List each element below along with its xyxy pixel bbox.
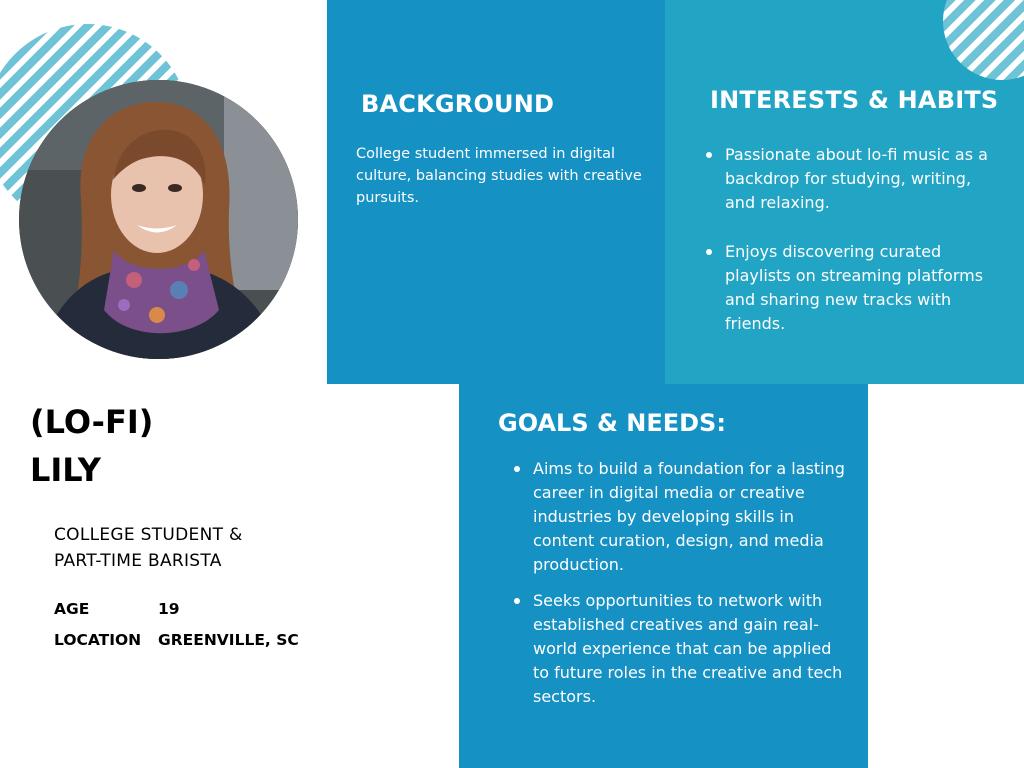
fact-value: GREENVILLE, SC (158, 630, 299, 649)
fact-label: LOCATION (54, 630, 142, 649)
background-heading: BACKGROUND (361, 90, 555, 118)
background-text: College student immersed in digital cult… (356, 146, 642, 206)
background-panel: BACKGROUND College student immersed in d… (327, 0, 665, 384)
list-item: Seeks opportunities to network with esta… (511, 589, 851, 709)
fact-label: AGE (54, 599, 90, 618)
fact-row-location: LOCATION GREENVILLE, SC (54, 624, 299, 655)
goals-heading: GOALS & NEEDS: (498, 409, 726, 437)
interests-heading: INTERESTS & HABITS (710, 86, 999, 114)
list-item: Aims to build a foundation for a lasting… (511, 457, 851, 577)
fact-row-age: AGE 19 (54, 593, 299, 624)
interests-list: Passionate about lo-fi music as a backdr… (703, 143, 1003, 336)
role-line2: PART-TIME BARISTA (54, 551, 222, 571)
list-item: Enjoys discovering curated playlists on … (703, 240, 1003, 336)
persona-name-line1: (LO-FI) (30, 403, 154, 441)
goals-list: Aims to build a foundation for a lasting… (511, 457, 851, 709)
fact-value: 19 (158, 599, 180, 618)
role-line1: COLLEGE STUDENT & (54, 525, 243, 545)
persona-name: (LO-FI) LILY (30, 398, 153, 494)
persona-photo (19, 80, 298, 359)
persona-role: COLLEGE STUDENT & PART-TIME BARISTA (54, 522, 243, 574)
persona-name-line2: LILY (30, 451, 101, 489)
persona-facts: AGE 19 LOCATION GREENVILLE, SC (54, 593, 299, 655)
list-item: Passionate about lo-fi music as a backdr… (703, 143, 1003, 215)
